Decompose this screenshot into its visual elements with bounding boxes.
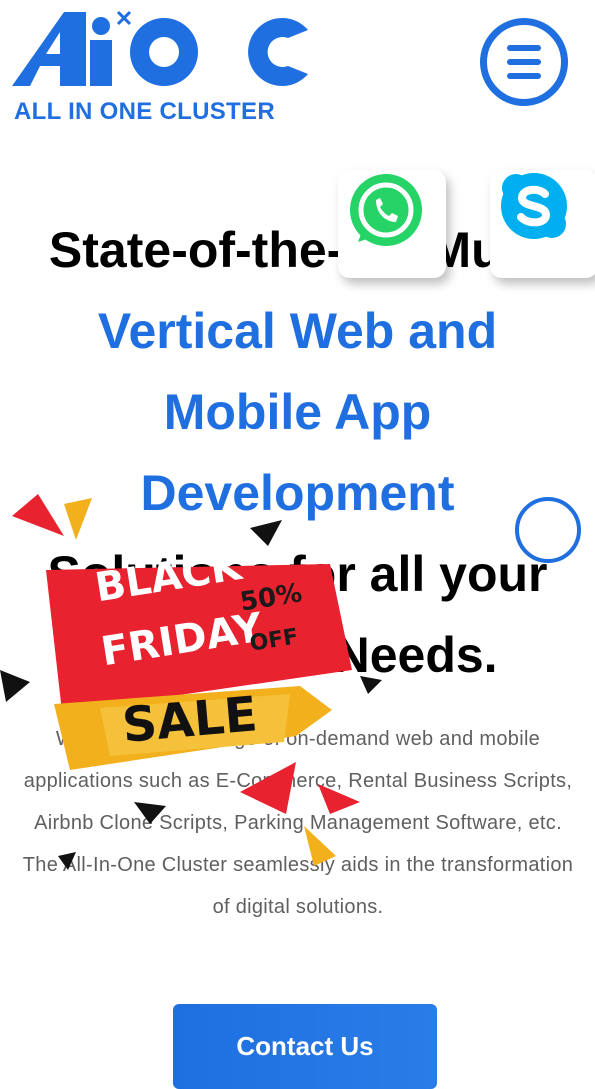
- hamburger-icon: [507, 45, 541, 51]
- logo-tagline: ALL IN ONE CLUSTER: [14, 98, 275, 125]
- logo-mark: [12, 10, 308, 87]
- black-friday-badge[interactable]: BLACK FRIDAY 50% OFF SALE: [0, 480, 400, 870]
- hero-line-2: Vertical Web and: [97, 303, 498, 359]
- hamburger-icon-bar: [507, 73, 541, 79]
- logo[interactable]: ALL IN ONE CLUSTER: [12, 8, 312, 125]
- promo-sale-tag: SALE: [120, 686, 260, 754]
- promo-graphic: [0, 494, 382, 870]
- skype-button[interactable]: [490, 170, 595, 278]
- site-header: ALL IN ONE CLUSTER: [0, 0, 595, 130]
- whatsapp-icon: [350, 174, 422, 246]
- contact-us-button[interactable]: Contact Us: [173, 1004, 437, 1089]
- skype-icon: [501, 173, 567, 239]
- hamburger-icon-bar: [507, 59, 541, 65]
- whatsapp-button[interactable]: [338, 170, 446, 278]
- decorative-ring: [515, 497, 581, 563]
- menu-button[interactable]: [480, 18, 568, 106]
- hero-line-3: Mobile App: [163, 384, 432, 440]
